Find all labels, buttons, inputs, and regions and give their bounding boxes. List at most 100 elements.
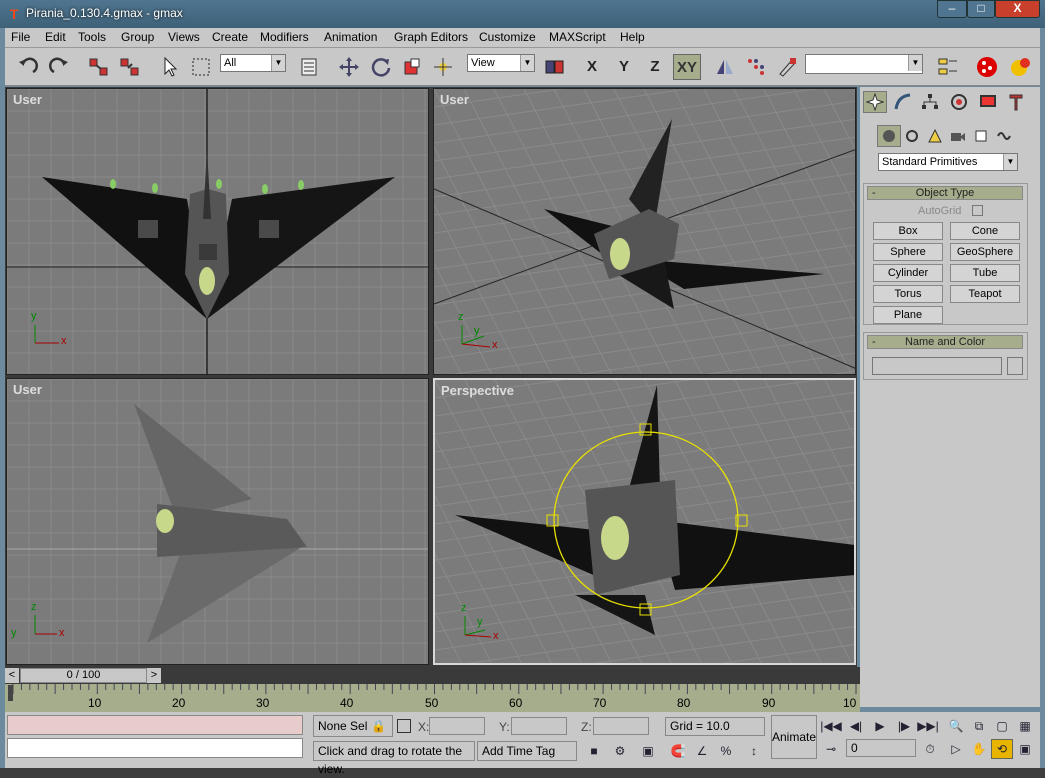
maxscript-output[interactable]	[7, 738, 303, 758]
menu-tools[interactable]: Tools	[78, 30, 106, 44]
y-coord-input[interactable]	[511, 717, 567, 735]
viewport-label[interactable]: User	[440, 92, 469, 107]
material-editor-icon[interactable]	[974, 54, 1000, 80]
key-mode-icon[interactable]: ⊸	[820, 739, 842, 759]
menu-graph-editors[interactable]: Graph Editors	[394, 30, 468, 44]
utilities-tab-icon[interactable]	[1004, 91, 1028, 113]
select-by-name-icon[interactable]	[297, 54, 323, 80]
space-warps-icon[interactable]	[992, 125, 1016, 147]
viewport-top-right[interactable]: User z y x	[433, 88, 856, 375]
zoom-extents-icon[interactable]: ▢	[991, 716, 1013, 736]
animate-button[interactable]: Animate	[771, 715, 817, 759]
next-frame-icon[interactable]: |▶	[893, 716, 915, 736]
select-and-link-icon[interactable]	[86, 54, 112, 80]
go-to-end-icon[interactable]: ▶▶|	[917, 716, 939, 736]
object-type-rollout-header[interactable]: - Object Type	[867, 186, 1023, 200]
tube-button[interactable]: Tube	[950, 264, 1020, 282]
time-slider-thumb[interactable]: 0 / 100	[20, 668, 147, 683]
menu-file[interactable]: File	[11, 30, 30, 44]
close-button[interactable]: X	[995, 0, 1040, 18]
render-icon[interactable]	[1007, 54, 1033, 80]
menu-edit[interactable]: Edit	[45, 30, 66, 44]
go-to-start-icon[interactable]: |◀◀	[820, 716, 842, 736]
cone-button[interactable]: Cone	[950, 222, 1020, 240]
zoom-icon[interactable]: 🔍	[945, 716, 967, 736]
cameras-icon[interactable]	[946, 125, 970, 147]
menu-modifiers[interactable]: Modifiers	[260, 30, 309, 44]
menu-animation[interactable]: Animation	[324, 30, 377, 44]
spinner-snap-icon[interactable]: ↕	[743, 741, 765, 761]
menu-group[interactable]: Group	[121, 30, 154, 44]
lights-icon[interactable]	[923, 125, 947, 147]
time-prev-button[interactable]: <	[5, 668, 19, 683]
unlink-selection-icon[interactable]	[117, 54, 143, 80]
zoom-all-icon[interactable]: ⧉	[968, 716, 990, 736]
cylinder-button[interactable]: Cylinder	[873, 264, 943, 282]
z-coord-input[interactable]	[593, 717, 649, 735]
restrict-xy-button[interactable]: XY	[673, 54, 701, 80]
time-configuration-icon[interactable]: ⏱	[919, 739, 941, 759]
select-object-icon[interactable]	[157, 54, 183, 80]
autogrid-checkbox[interactable]	[972, 205, 983, 216]
previous-frame-icon[interactable]: ◀|	[845, 716, 867, 736]
plane-button[interactable]: Plane	[873, 306, 943, 324]
modify-tab-icon[interactable]	[891, 91, 915, 113]
snap-3d-icon[interactable]: 🧲	[667, 741, 689, 761]
restrict-x-button[interactable]: X	[578, 54, 606, 80]
min-max-toggle-icon[interactable]: ▣	[1014, 739, 1036, 759]
maxscript-listener-input[interactable]	[7, 715, 303, 735]
selection-filter-dropdown[interactable]: All ▼	[220, 54, 286, 72]
reference-coordinate-dropdown[interactable]: View ▼	[467, 54, 535, 72]
viewport-perspective[interactable]: Perspective z y x	[433, 378, 856, 665]
plug-in-keyboard-icon[interactable]: ▣	[637, 741, 659, 761]
time-next-button[interactable]: >	[147, 668, 161, 683]
current-frame-input[interactable]: 0	[846, 739, 916, 757]
percent-snap-icon[interactable]: %	[715, 741, 737, 761]
geometry-icon[interactable]	[877, 125, 901, 147]
viewport-label[interactable]: Perspective	[441, 383, 514, 398]
rotate-icon[interactable]	[368, 54, 394, 80]
create-tab-icon[interactable]	[863, 91, 887, 113]
x-coord-input[interactable]	[429, 717, 485, 735]
viewport-label[interactable]: User	[13, 382, 42, 397]
torus-button[interactable]: Torus	[873, 285, 943, 303]
hierarchy-tab-icon[interactable]	[918, 91, 942, 113]
helpers-icon[interactable]	[969, 125, 993, 147]
region-select-icon[interactable]	[188, 54, 214, 80]
geosphere-button[interactable]: GeoSphere	[950, 243, 1020, 261]
menu-create[interactable]: Create	[212, 30, 248, 44]
box-button[interactable]: Box	[873, 222, 943, 240]
box-mode-icon[interactable]: ■	[583, 741, 605, 761]
redo-icon[interactable]	[46, 54, 72, 80]
sphere-button[interactable]: Sphere	[873, 243, 943, 261]
array-icon[interactable]	[743, 54, 769, 80]
undo-icon[interactable]	[15, 54, 41, 80]
shapes-icon[interactable]	[900, 125, 924, 147]
menu-maxscript[interactable]: MAXScript	[549, 30, 606, 44]
track-view-icon[interactable]	[935, 54, 961, 80]
current-frame-marker[interactable]	[8, 685, 13, 701]
align-icon[interactable]	[774, 54, 800, 80]
maximize-button[interactable]: □	[967, 0, 995, 18]
scale-icon[interactable]	[399, 54, 425, 80]
object-name-input[interactable]	[872, 357, 1002, 375]
object-category-dropdown[interactable]: Standard Primitives ▼	[878, 153, 1018, 171]
manipulate-icon[interactable]	[430, 54, 456, 80]
menu-customize[interactable]: Customize	[479, 30, 536, 44]
display-tab-icon[interactable]	[976, 91, 1000, 113]
minimize-button[interactable]: –	[937, 0, 967, 18]
motion-tab-icon[interactable]	[947, 91, 971, 113]
viewport-top-left[interactable]: User y x	[6, 88, 429, 375]
restrict-z-button[interactable]: Z	[641, 54, 669, 80]
degradation-override-icon[interactable]: ⚙	[609, 741, 631, 761]
pan-icon[interactable]: ✋	[968, 739, 990, 759]
track-bar[interactable]: 10 20 30 40 50 60 70 80 90 10	[5, 684, 860, 712]
lock-selection-icon[interactable]: 🔒	[371, 719, 386, 733]
menu-views[interactable]: Views	[168, 30, 200, 44]
restrict-y-button[interactable]: Y	[610, 54, 638, 80]
menu-help[interactable]: Help	[620, 30, 645, 44]
object-color-swatch[interactable]	[1007, 357, 1023, 375]
pivot-center-icon[interactable]	[541, 54, 567, 80]
arc-rotate-icon[interactable]: ⟲	[991, 739, 1013, 759]
name-color-rollout-header[interactable]: - Name and Color	[867, 335, 1023, 349]
